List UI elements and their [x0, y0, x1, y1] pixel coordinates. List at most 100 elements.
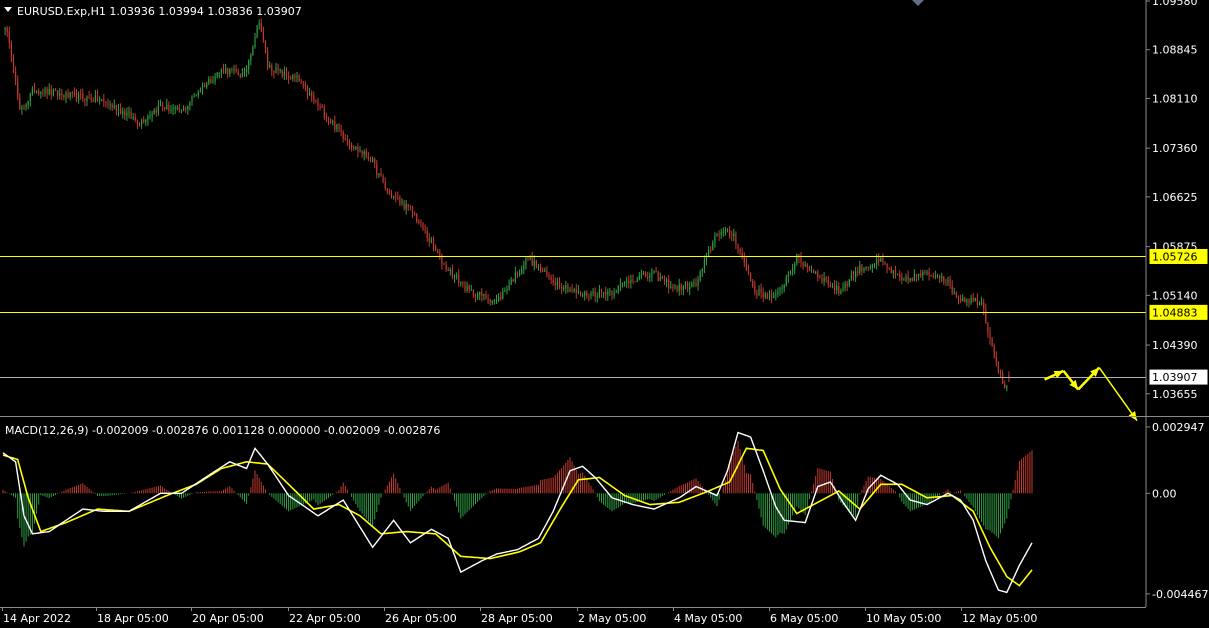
candle: [573, 287, 575, 293]
candle: [80, 88, 82, 100]
candle: [943, 275, 945, 285]
price-tick-label: 1.08845: [1152, 44, 1198, 57]
candle: [894, 265, 897, 279]
candle: [705, 252, 708, 266]
candle: [964, 296, 966, 303]
candle: [275, 62, 277, 74]
svg-text:1.04883: 1.04883: [1152, 306, 1198, 319]
candle: [283, 66, 285, 80]
candle: [726, 228, 729, 233]
svg-text:1.05726: 1.05726: [1152, 250, 1198, 263]
candle: [1006, 384, 1008, 392]
candle: [502, 287, 504, 300]
candle: [817, 269, 819, 282]
candle: [781, 284, 783, 294]
candle: [262, 26, 264, 43]
candle: [260, 18, 262, 33]
candle: [451, 264, 453, 280]
candle: [483, 293, 485, 301]
candle: [69, 91, 71, 101]
candle: [214, 72, 216, 85]
candle: [789, 270, 792, 276]
candle: [884, 261, 886, 266]
candle: [899, 270, 901, 282]
candle: [59, 87, 61, 100]
candle: [304, 81, 306, 92]
candle: [766, 292, 768, 300]
candle: [164, 107, 166, 112]
candle: [346, 134, 348, 147]
candle: [12, 54, 15, 74]
candle: [535, 259, 537, 269]
candle: [46, 86, 48, 100]
price-tick-label: 1.07360: [1152, 142, 1198, 155]
candle: [311, 90, 313, 103]
candle: [367, 151, 369, 162]
candle: [668, 274, 670, 294]
candle: [353, 145, 355, 151]
candle: [647, 271, 649, 282]
candle: [342, 130, 344, 143]
time-tick-label: 6 May 05:00: [770, 612, 838, 625]
candle: [949, 275, 951, 290]
candle: [464, 280, 466, 293]
candle: [298, 73, 300, 82]
candle: [237, 68, 239, 76]
candle: [86, 95, 88, 107]
candle: [128, 106, 130, 119]
candle: [800, 252, 802, 268]
candle: [138, 122, 141, 127]
candle: [779, 286, 781, 296]
candle: [846, 280, 848, 291]
candle: [953, 287, 955, 295]
candle: [533, 255, 535, 271]
candle: [991, 336, 993, 348]
candle: [743, 252, 745, 268]
candle: [901, 272, 903, 285]
candle: [745, 257, 747, 272]
candle: [783, 283, 785, 293]
candle: [134, 113, 136, 123]
candle: [458, 269, 460, 287]
candle: [855, 267, 857, 282]
candle: [430, 236, 432, 244]
candle: [537, 263, 540, 271]
candle: [586, 290, 588, 299]
candle: [645, 271, 647, 278]
candle: [210, 76, 212, 84]
time-tick-label: 26 Apr 05:00: [385, 612, 457, 625]
candle: [565, 280, 567, 294]
candle: [136, 119, 138, 129]
candle: [590, 290, 592, 300]
candle: [890, 265, 892, 274]
candle: [422, 222, 424, 231]
candle: [691, 281, 693, 288]
candle: [90, 93, 92, 103]
candle: [655, 266, 657, 273]
current-price-tag: 1.03907: [1149, 369, 1208, 385]
candle: [657, 270, 659, 282]
candle: [264, 40, 267, 54]
candle: [23, 104, 25, 110]
candle: [191, 95, 193, 106]
time-tick-label: 4 May 05:00: [674, 612, 742, 625]
candle: [640, 269, 642, 280]
candle: [603, 291, 605, 299]
candle: [403, 199, 405, 211]
candle: [359, 146, 361, 153]
candle: [25, 102, 27, 111]
candle: [10, 40, 12, 63]
candle: [920, 269, 922, 278]
candle: [563, 285, 565, 292]
candle: [63, 94, 65, 101]
candle: [111, 102, 113, 111]
candle: [27, 100, 29, 110]
level-price-tag: 1.04883: [1149, 304, 1208, 320]
candle: [248, 59, 250, 75]
candle: [487, 294, 489, 305]
candle: [254, 32, 256, 49]
candle: [395, 191, 397, 203]
candle: [1008, 371, 1010, 382]
candle: [485, 290, 487, 300]
candle: [107, 98, 109, 109]
